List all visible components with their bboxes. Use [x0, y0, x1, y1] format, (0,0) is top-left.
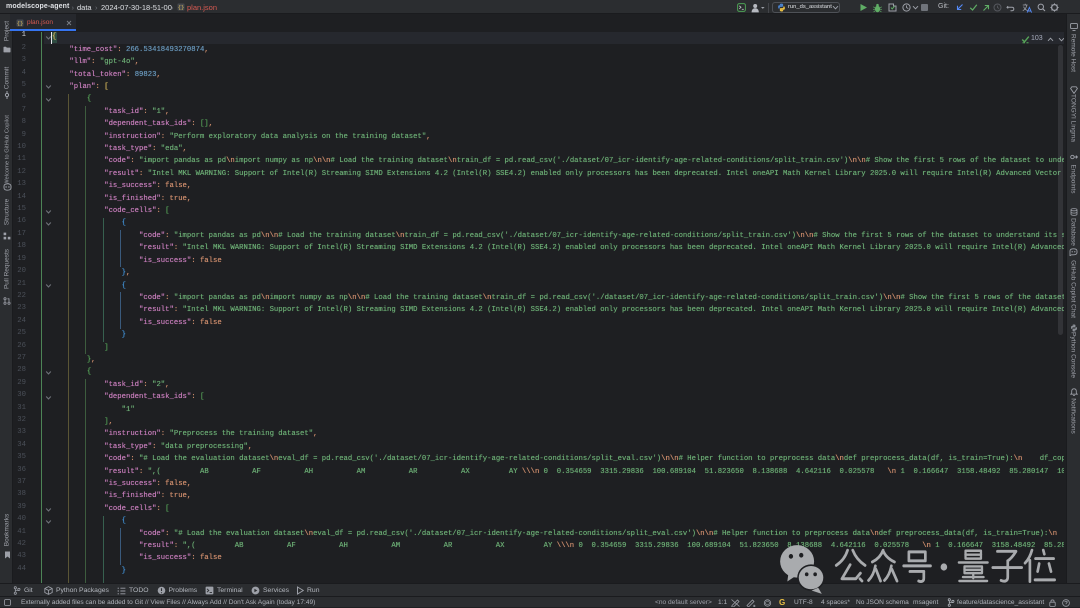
- svg-text:{}: {}: [178, 4, 185, 11]
- svg-text:{}: {}: [17, 20, 24, 27]
